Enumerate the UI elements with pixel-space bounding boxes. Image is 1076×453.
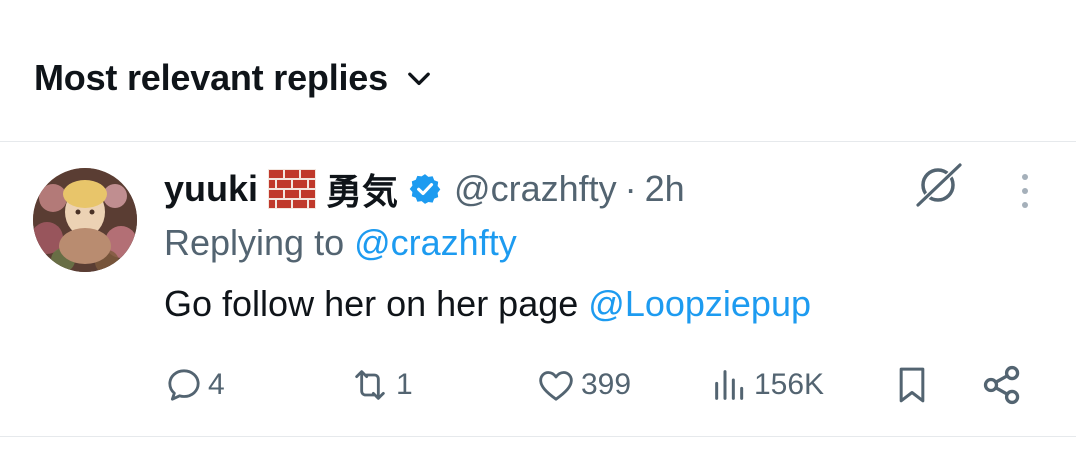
repost-icon (348, 365, 392, 405)
share-button[interactable] (980, 360, 1024, 410)
repost-count: 1 (396, 368, 413, 401)
brick-emoji-icon (268, 169, 317, 209)
reply-button[interactable]: 4 (164, 360, 225, 410)
divider-top (0, 141, 1076, 142)
separator-dot: · (624, 168, 637, 209)
bookmark-button[interactable] (892, 360, 932, 410)
author-name-kanji[interactable]: 勇気 (326, 163, 398, 215)
reply-sort-header[interactable]: Most relevant replies (34, 50, 432, 106)
reply-author-row: yuuki 勇気 @crazhfty · 2h (164, 165, 685, 213)
verified-badge-icon (408, 172, 442, 206)
replying-to-line: Replying to @crazhfty (164, 222, 517, 264)
reply-text-mention[interactable]: @Loopziepup (588, 283, 811, 324)
reply-sort-label: Most relevant replies (34, 57, 388, 98)
author-display-name[interactable]: yuuki (164, 168, 258, 210)
reply-count: 4 (208, 368, 225, 401)
divider-bottom (0, 436, 1076, 437)
heart-icon (535, 365, 577, 405)
reply-timestamp[interactable]: 2h (645, 168, 685, 210)
repost-button[interactable]: 1 (348, 360, 413, 410)
more-vertical-icon[interactable] (1010, 170, 1040, 212)
reply-text: Go follow her on her page @Loopziepup (164, 283, 811, 325)
replying-to-mention[interactable]: @crazhfty (354, 222, 517, 263)
share-icon (980, 363, 1024, 407)
view-count: 156K (754, 368, 825, 401)
avatar[interactable] (33, 168, 137, 272)
views-button[interactable]: 156K (710, 360, 824, 410)
like-count: 399 (581, 368, 632, 401)
replying-to-prefix: Replying to (164, 222, 345, 263)
author-handle[interactable]: @crazhfty (454, 168, 617, 210)
bookmark-icon (892, 363, 932, 407)
reply-icon (164, 365, 204, 405)
reply-text-body: Go follow her on her page (164, 283, 579, 324)
grok-icon[interactable] (912, 159, 964, 211)
chevron-down-icon (406, 65, 432, 91)
like-button[interactable]: 399 (535, 360, 631, 410)
analytics-icon (710, 365, 750, 405)
